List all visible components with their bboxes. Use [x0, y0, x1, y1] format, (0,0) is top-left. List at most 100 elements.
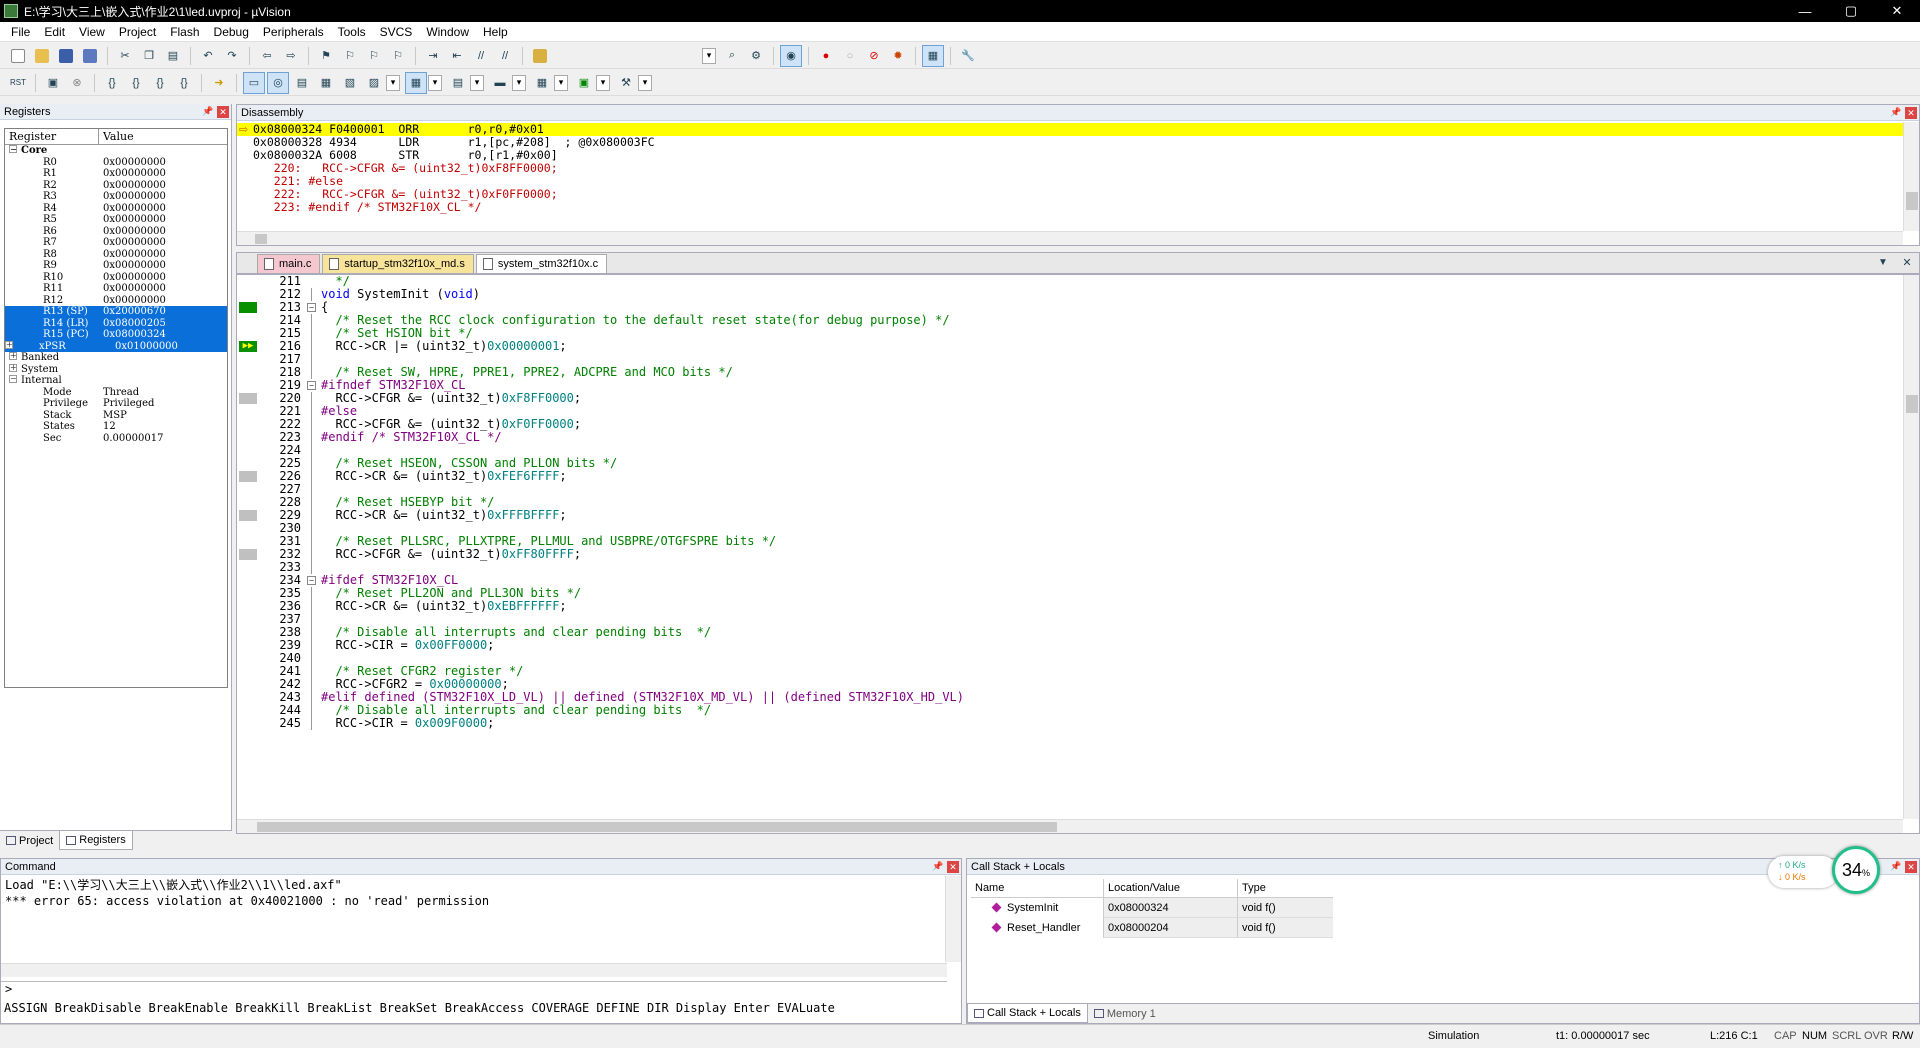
- register-value[interactable]: 0x00000000: [99, 283, 227, 295]
- internal-row[interactable]: Mode Thread: [5, 387, 227, 399]
- gutter-marker[interactable]: [237, 626, 259, 639]
- register-row[interactable]: + xPSR 0x01000000: [5, 340, 227, 352]
- step-over-icon[interactable]: {}: [125, 72, 147, 94]
- code-line[interactable]: 214 /* Reset the RCC clock configuration…: [237, 314, 1897, 327]
- debug-session-icon[interactable]: ◉: [780, 44, 802, 67]
- register-value[interactable]: 0x00000000: [99, 214, 227, 226]
- tab-list-dropdown-icon[interactable]: ▼: [1872, 251, 1894, 273]
- find-combo-dropdown[interactable]: ▾: [702, 47, 716, 64]
- menu-tools[interactable]: Tools: [331, 22, 373, 42]
- expand-toggle-icon[interactable]: +: [9, 363, 17, 372]
- tab-callstack-locals[interactable]: Call Stack + Locals: [967, 1004, 1088, 1023]
- code-line[interactable]: 229 RCC->CR &= (uint32_t)0xFFFBFFFF;: [237, 509, 1897, 522]
- callstack-row[interactable]: Reset_Handler 0x08000204 void f(): [971, 918, 1333, 938]
- code-line[interactable]: ▶▶ 216 RCC->CR |= (uint32_t)0x00000001;: [237, 340, 1897, 353]
- gutter-marker[interactable]: [237, 496, 259, 509]
- analysis-window-icon[interactable]: ▬: [489, 72, 511, 94]
- open-file-icon[interactable]: [31, 45, 53, 67]
- disassembly-vscroll[interactable]: [1903, 122, 1919, 231]
- memory-window-icon[interactable]: ▦: [405, 71, 427, 94]
- register-value[interactable]: 0x00000000: [99, 237, 227, 249]
- call-stack-window-icon[interactable]: ▧: [339, 72, 361, 94]
- tab-registers[interactable]: Registers: [59, 831, 133, 850]
- gutter-marker[interactable]: [237, 353, 259, 366]
- register-group-system[interactable]: + System: [5, 363, 227, 376]
- gutter-marker[interactable]: [237, 405, 259, 418]
- tab-memory-1[interactable]: Memory 1: [1088, 1004, 1162, 1023]
- core-group[interactable]: − Core: [5, 145, 227, 157]
- indent-icon[interactable]: ⇥: [422, 45, 444, 67]
- expand-toggle-icon[interactable]: −: [9, 375, 17, 383]
- register-group-internal[interactable]: − Internal: [5, 375, 227, 387]
- show-next-statement-icon[interactable]: ➜: [208, 72, 230, 94]
- menu-file[interactable]: File: [4, 22, 37, 42]
- command-window-icon[interactable]: ▭: [243, 71, 265, 94]
- register-value[interactable]: 0x00000000: [99, 249, 227, 261]
- register-row[interactable]: R14 (LR) 0x08000205: [5, 317, 227, 329]
- register-value[interactable]: 0x00000000: [99, 295, 227, 307]
- nav-forward-icon[interactable]: ⇨: [280, 45, 302, 67]
- watch-window-dropdown[interactable]: ▾: [386, 74, 400, 91]
- code-line[interactable]: 232 RCC->CFGR &= (uint32_t)0xFF80FFFF;: [237, 548, 1897, 561]
- code-line[interactable]: 239 RCC->CIR = 0x00FF0000;: [237, 639, 1897, 652]
- step-into-icon[interactable]: {}: [101, 72, 123, 94]
- expand-toggle-icon[interactable]: +: [5, 340, 13, 349]
- gutter-marker[interactable]: [237, 587, 259, 600]
- gutter-marker[interactable]: [237, 522, 259, 535]
- register-row[interactable]: R7 0x00000000: [5, 237, 227, 249]
- gutter-marker[interactable]: [237, 457, 259, 470]
- code-line[interactable]: 236 RCC->CR &= (uint32_t)0xEBFFFFFF;: [237, 600, 1897, 613]
- find-in-files-icon[interactable]: [529, 45, 551, 67]
- register-value[interactable]: 0x20000670: [99, 306, 227, 318]
- value-column-header[interactable]: Value: [99, 129, 227, 144]
- disable-breakpoints-icon[interactable]: ⊘: [863, 45, 885, 67]
- register-value[interactable]: 0x00000000: [99, 180, 227, 192]
- tab-project[interactable]: Project: [0, 831, 59, 850]
- gutter-marker[interactable]: [237, 574, 259, 587]
- nav-back-icon[interactable]: ⇦: [256, 45, 278, 67]
- close-icon[interactable]: ✕: [947, 860, 959, 873]
- close-icon[interactable]: ✕: [217, 105, 229, 118]
- register-row[interactable]: R1 0x00000000: [5, 168, 227, 180]
- code-line[interactable]: 226 RCC->CR &= (uint32_t)0xFEF6FFFF;: [237, 470, 1897, 483]
- command-input[interactable]: >: [1, 981, 947, 997]
- gutter-marker[interactable]: [237, 704, 259, 717]
- kill-breakpoints-icon[interactable]: ✹: [887, 45, 909, 67]
- editor-vscroll[interactable]: [1903, 275, 1919, 819]
- gutter-marker[interactable]: [237, 548, 259, 561]
- close-icon[interactable]: ✕: [1905, 106, 1917, 119]
- register-group-banked[interactable]: + Banked: [5, 352, 227, 364]
- code-line[interactable]: 211 */: [237, 275, 1897, 288]
- code-line[interactable]: 245 RCC->CIR = 0x009F0000;: [237, 717, 1897, 730]
- disassembly-window-icon[interactable]: ◎: [267, 71, 289, 94]
- fold-toggle-icon[interactable]: −: [307, 576, 316, 585]
- register-row[interactable]: R0 0x00000000: [5, 157, 227, 169]
- serial-window-dropdown[interactable]: ▾: [470, 74, 484, 91]
- memory-window-dropdown[interactable]: ▾: [428, 74, 442, 91]
- toolbox-dropdown[interactable]: ▾: [638, 74, 652, 91]
- tab-system-stm32f10x-c[interactable]: system_stm32f10x.c: [475, 254, 608, 273]
- register-row[interactable]: R13 (SP) 0x20000670: [5, 306, 227, 318]
- paste-icon[interactable]: ▤: [162, 45, 184, 67]
- type-column-header[interactable]: Type: [1237, 879, 1333, 897]
- gutter-marker[interactable]: [237, 691, 259, 704]
- register-row[interactable]: R11 0x00000000: [5, 283, 227, 295]
- menu-edit[interactable]: Edit: [37, 22, 72, 42]
- internal-row[interactable]: Privilege Privileged: [5, 398, 227, 410]
- pin-icon[interactable]: 📌: [1889, 107, 1903, 118]
- trace-window-icon[interactable]: ▦: [531, 72, 553, 94]
- code-editor[interactable]: 211 */212 void SystemInit (void) 213−{214 …: [236, 274, 1920, 834]
- gutter-marker[interactable]: [237, 366, 259, 379]
- gutter-marker[interactable]: [237, 665, 259, 678]
- window-layout-icon[interactable]: ▦: [922, 44, 944, 67]
- new-file-icon[interactable]: [7, 45, 29, 67]
- code-line[interactable]: 220 RCC->CFGR &= (uint32_t)0xF8FF0000;: [237, 392, 1897, 405]
- tab-startup-stm32f10x-md-s[interactable]: startup_stm32f10x_md.s: [322, 254, 474, 273]
- register-value[interactable]: 0x00000000: [99, 226, 227, 238]
- gutter-marker[interactable]: [237, 314, 259, 327]
- next-bookmark-icon[interactable]: ⚐: [363, 45, 385, 67]
- gutter-marker[interactable]: [237, 275, 259, 288]
- register-row[interactable]: R6 0x00000000: [5, 226, 227, 238]
- menu-project[interactable]: Project: [112, 22, 163, 42]
- gutter-marker[interactable]: [237, 535, 259, 548]
